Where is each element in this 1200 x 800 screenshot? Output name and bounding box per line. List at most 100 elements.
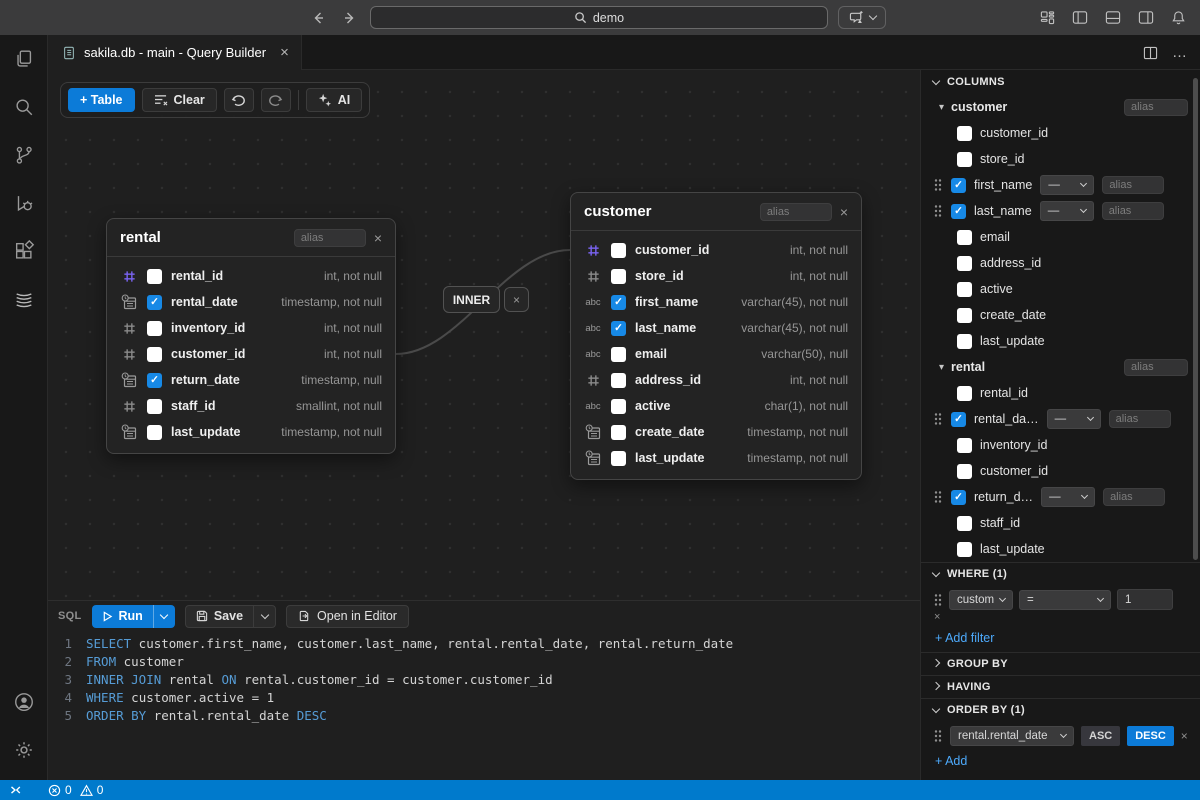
save-button[interactable]: Save (186, 606, 253, 627)
remote-indicator[interactable] (0, 780, 30, 800)
close-icon[interactable]: × (374, 230, 382, 246)
column-alias-input[interactable] (1102, 202, 1164, 220)
where-section-header[interactable]: WHERE (1) (921, 562, 1200, 585)
field-checkbox[interactable] (147, 321, 162, 336)
group-alias-input[interactable] (1124, 359, 1188, 376)
join-type-badge[interactable]: INNER (443, 286, 500, 313)
field-checkbox[interactable] (147, 399, 162, 414)
column-checkbox[interactable] (957, 334, 972, 349)
where-field-select[interactable]: custom (949, 590, 1013, 610)
group-alias-input[interactable] (1124, 99, 1188, 116)
table-card-customer[interactable]: customer × customer_idint, not nullstore… (570, 192, 862, 480)
run-debug-icon[interactable] (0, 179, 48, 227)
aggregate-select[interactable]: — (1040, 201, 1094, 221)
aggregate-select[interactable]: — (1041, 487, 1095, 507)
field-checkbox[interactable]: ✓ (611, 321, 626, 336)
field-checkbox[interactable] (611, 269, 626, 284)
add-filter-link[interactable]: + Add filter (921, 625, 1200, 652)
extensions-icon[interactable] (0, 227, 48, 275)
sql-editor[interactable]: 1SELECT customer.first_name, customer.la… (48, 631, 920, 725)
source-control-icon[interactable] (0, 131, 48, 179)
aggregate-select[interactable]: — (1047, 409, 1101, 429)
column-checkbox[interactable] (957, 152, 972, 167)
drag-handle-icon[interactable] (933, 204, 943, 218)
drag-handle-icon[interactable] (933, 178, 943, 192)
ai-button[interactable]: AI (306, 88, 363, 112)
column-checkbox[interactable] (957, 438, 972, 453)
customize-layout-icon[interactable] (1040, 10, 1055, 25)
column-alias-input[interactable] (1109, 410, 1171, 428)
settings-gear-icon[interactable] (0, 726, 48, 774)
field-checkbox[interactable] (147, 269, 162, 284)
drag-handle-icon[interactable] (933, 593, 943, 607)
column-checkbox[interactable] (957, 282, 972, 297)
column-checkbox[interactable] (957, 126, 972, 141)
column-checkbox[interactable]: ✓ (951, 204, 966, 219)
field-checkbox[interactable] (611, 425, 626, 440)
add-order-link[interactable]: + Add (921, 748, 1200, 775)
redo-button[interactable] (261, 88, 291, 112)
field-checkbox[interactable] (147, 425, 162, 440)
orderby-field-select[interactable]: rental.rental_date (950, 726, 1074, 746)
field-checkbox[interactable] (611, 451, 626, 466)
run-button[interactable]: Run (92, 605, 153, 628)
column-checkbox[interactable] (957, 516, 972, 531)
more-actions-icon[interactable]: … (1172, 44, 1188, 61)
table-alias-input[interactable] (294, 229, 366, 247)
run-options-chevron[interactable] (153, 605, 175, 628)
drag-handle-icon[interactable] (933, 490, 943, 504)
field-checkbox[interactable]: ✓ (147, 295, 162, 310)
field-checkbox[interactable]: ✓ (611, 295, 626, 310)
columns-section-header[interactable]: COLUMNS (921, 70, 1200, 94)
drag-handle-icon[interactable] (933, 412, 943, 426)
split-editor-icon[interactable] (1143, 46, 1158, 60)
back-arrow-icon[interactable] (310, 10, 326, 26)
groupby-section-header[interactable]: GROUP BY (921, 652, 1200, 675)
remove-filter-icon[interactable]: × (921, 610, 1200, 625)
toggle-primary-sidebar-icon[interactable] (1072, 10, 1088, 25)
field-checkbox[interactable] (611, 373, 626, 388)
where-value-input[interactable] (1117, 589, 1173, 610)
query-builder-canvas[interactable]: + Table Clear AI (48, 70, 920, 600)
field-checkbox[interactable]: ✓ (147, 373, 162, 388)
clear-button[interactable]: Clear (142, 88, 217, 112)
column-alias-input[interactable] (1102, 176, 1164, 194)
copilot-menu-button[interactable] (838, 6, 886, 29)
bell-icon[interactable] (1171, 10, 1186, 25)
where-operator-select[interactable]: = (1019, 590, 1111, 610)
database-extension-icon[interactable] (0, 275, 48, 323)
column-checkbox[interactable]: ✓ (951, 490, 966, 505)
toggle-secondary-sidebar-icon[interactable] (1138, 10, 1154, 25)
remove-join-icon[interactable]: × (504, 287, 529, 312)
problems-indicator[interactable]: 0 0 (40, 780, 111, 800)
remove-order-icon[interactable]: × (1181, 729, 1188, 743)
explorer-icon[interactable] (0, 35, 48, 83)
search-sidebar-icon[interactable] (0, 83, 48, 131)
column-checkbox[interactable] (957, 386, 972, 401)
column-checkbox[interactable] (957, 542, 972, 557)
having-section-header[interactable]: HAVING (921, 675, 1200, 698)
column-checkbox[interactable]: ✓ (951, 178, 966, 193)
column-group-header[interactable]: ▾customer (921, 94, 1200, 120)
field-checkbox[interactable] (611, 399, 626, 414)
column-alias-input[interactable] (1103, 488, 1165, 506)
column-checkbox[interactable] (957, 256, 972, 271)
scrollbar-thumb[interactable] (1193, 78, 1198, 560)
close-icon[interactable]: × (840, 204, 848, 220)
desc-button[interactable]: DESC (1127, 726, 1174, 746)
accounts-icon[interactable] (0, 678, 48, 726)
open-in-editor-button[interactable]: Open in Editor (286, 605, 409, 628)
close-icon[interactable]: × (280, 44, 289, 61)
command-center-search[interactable]: demo (370, 6, 828, 29)
asc-button[interactable]: ASC (1081, 726, 1120, 746)
field-checkbox[interactable] (611, 347, 626, 362)
column-checkbox[interactable] (957, 464, 972, 479)
undo-button[interactable] (224, 88, 254, 112)
field-checkbox[interactable] (611, 243, 626, 258)
column-checkbox[interactable] (957, 308, 972, 323)
orderby-section-header[interactable]: ORDER BY (1) (921, 698, 1200, 721)
drag-handle-icon[interactable] (933, 729, 943, 743)
table-card-rental[interactable]: rental × rental_idint, not null✓rental_d… (106, 218, 396, 454)
toggle-panel-icon[interactable] (1105, 10, 1121, 25)
column-checkbox[interactable] (957, 230, 972, 245)
